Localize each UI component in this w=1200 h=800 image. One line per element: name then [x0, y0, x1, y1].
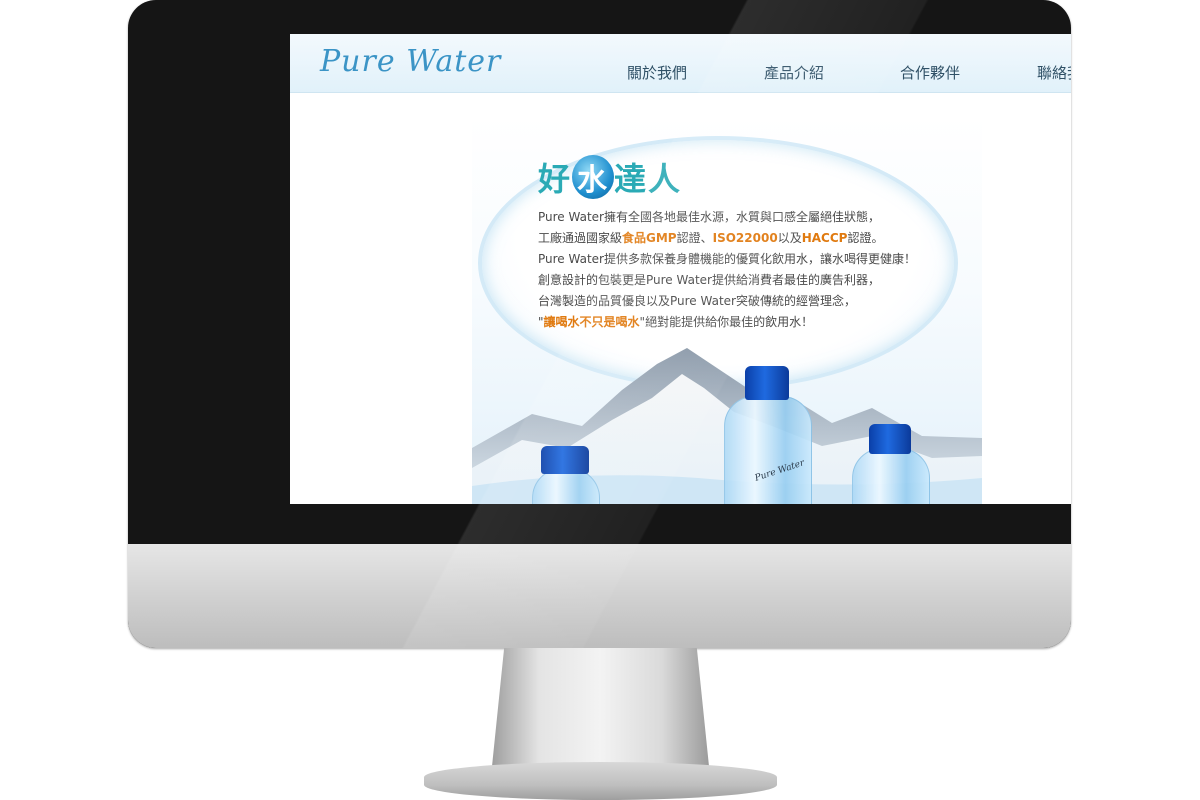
nav-item-partners[interactable]: 合作夥伴: [870, 62, 990, 83]
banner-description: Pure Water擁有全國各地最佳水源，水質與口感全屬絕佳狀態， 工廠通過國家級…: [538, 207, 978, 333]
description-line: Pure Water擁有全國各地最佳水源，水質與口感全屬絕佳狀態，: [538, 207, 978, 228]
description-text: 以及: [777, 231, 802, 245]
main-nav: 關於我們 產品介紹 合作夥伴 聯絡我們: [597, 62, 1071, 86]
description-line: 工廠通過國家級食品GMP認證、ISO22000以及HACCP認證。: [538, 228, 978, 249]
site-logo[interactable]: Pure Water: [320, 44, 501, 79]
highlight-text: 讓喝水不只是喝水: [543, 315, 640, 329]
description-line: 台灣製造的品質優良以及Pure Water突破傳統的經營理念，: [538, 291, 978, 312]
banner-title-pre: 好: [538, 160, 573, 198]
nav-item-contact[interactable]: 聯絡我們: [1007, 62, 1071, 83]
description-text: 創意設計的包裝更是Pure Water提供給消費者最佳的廣告利器，: [538, 273, 880, 287]
highlight-text: ISO22000: [712, 231, 778, 245]
description-text: Pure Water擁有全國各地最佳水源，水質與口感全屬絕佳狀態，: [538, 210, 880, 224]
hero-banner: 好水達人 Pure Water擁有全國各地最佳水源，水質與口感全屬絕佳狀態， 工廠…: [472, 116, 982, 504]
description-text: Pure Water提供多款保養身體機能的優質化飲用水，讓水喝得更健康！: [538, 252, 916, 266]
water-bottle-center: Pure Water: [724, 366, 812, 504]
banner-title-accent: 水: [572, 155, 615, 199]
banner-title-post: 達人: [614, 160, 683, 198]
description-line: Pure Water提供多款保養身體機能的優質化飲用水，讓水喝得更健康！: [538, 249, 978, 270]
nav-item-products[interactable]: 產品介紹: [734, 62, 854, 83]
description-text: "絕對能提供給你最佳的飲用水！: [639, 315, 814, 329]
water-bottle-left: [532, 446, 600, 504]
monitor-stand-base: [424, 762, 777, 800]
description-text: 工廠通過國家級: [538, 231, 623, 245]
monitor-chin: [128, 544, 1071, 648]
monitor-stand: [491, 648, 710, 776]
highlight-text: HACCP: [801, 231, 848, 245]
site-header: Pure Water 關於我們 產品介紹 合作夥伴 聯絡我們: [290, 34, 1071, 93]
water-bottle-right: [852, 424, 930, 504]
description-line: 創意設計的包裝更是Pure Water提供給消費者最佳的廣告利器，: [538, 270, 978, 291]
banner-title: 好水達人: [538, 154, 682, 200]
description-text: 台灣製造的品質優良以及Pure Water突破傳統的經營理念，: [538, 294, 856, 308]
imac-monitor: Pure Water 關於我們 產品介紹 合作夥伴 聯絡我們 好水達人 Pure…: [128, 0, 1071, 648]
highlight-text: 食品GMP: [622, 231, 677, 245]
nav-item-about[interactable]: 關於我們: [597, 62, 717, 83]
description-text: 認證。: [847, 231, 884, 245]
website-screen: Pure Water 關於我們 產品介紹 合作夥伴 聯絡我們 好水達人 Pure…: [290, 34, 1071, 504]
description-text: 認證、: [676, 231, 713, 245]
